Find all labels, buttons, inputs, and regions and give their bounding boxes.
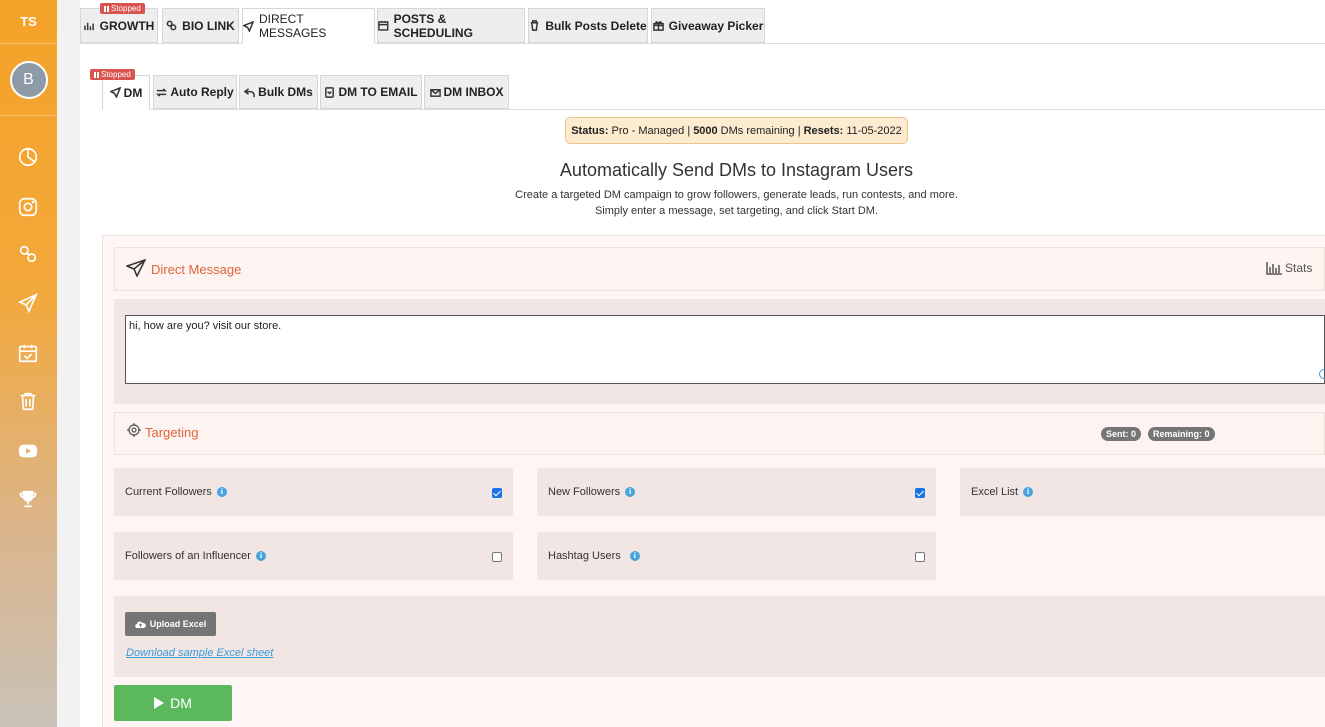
growth-stopped-label: Stopped bbox=[111, 4, 141, 13]
new-followers-label: New Followers i bbox=[548, 486, 636, 498]
sent-count-badge: Sent: 0 bbox=[1101, 427, 1142, 441]
stats-link[interactable]: Stats bbox=[1266, 261, 1312, 275]
stats-label: Stats bbox=[1285, 261, 1313, 275]
subtab-dm[interactable]: DM bbox=[102, 75, 150, 110]
instagram-icon[interactable] bbox=[8, 191, 48, 223]
avatar[interactable]: B bbox=[9, 60, 48, 99]
targeting-header bbox=[114, 412, 1325, 455]
tab-direct-messages-label: DIRECT MESSAGES bbox=[258, 12, 327, 40]
page-subtitle-2: Simply enter a message, set targeting, a… bbox=[594, 205, 879, 217]
subtab-auto-reply-label: Auto Reply bbox=[170, 85, 234, 99]
page-subtitle-1: Create a targeted DM campaign to grow fo… bbox=[515, 189, 958, 201]
info-icon[interactable]: i bbox=[629, 551, 640, 561]
subtab-dm-to-email[interactable]: DM TO EMAIL bbox=[320, 75, 422, 109]
hashtag-users-label: Hashtag Users i bbox=[548, 550, 640, 562]
targeting-title: Targeting bbox=[145, 425, 199, 440]
tab-posts-scheduling[interactable]: POSTS & SCHEDULING bbox=[377, 8, 525, 43]
hashtag-users-text: Hashtag Users bbox=[548, 550, 621, 562]
pause-icon bbox=[94, 71, 99, 78]
play-icon bbox=[154, 697, 165, 709]
trash-icon[interactable] bbox=[8, 385, 48, 417]
status-label: Status: bbox=[571, 124, 609, 137]
send-icon[interactable] bbox=[8, 287, 48, 319]
target-icon bbox=[127, 423, 141, 437]
sidebar: TS B bbox=[0, 0, 57, 727]
left-gutter bbox=[57, 0, 80, 727]
excel-list-text: Excel List bbox=[971, 486, 1019, 498]
dm-stopped-badge: Stopped bbox=[90, 69, 135, 80]
tab-bulk-posts-delete[interactable]: Bulk Posts Delete bbox=[528, 8, 648, 43]
brand-logo[interactable]: TS bbox=[0, 0, 57, 44]
tab-bulk-posts-delete-label: Bulk Posts Delete bbox=[545, 18, 647, 33]
new-followers-checkbox[interactable] bbox=[915, 488, 925, 498]
trophy-icon[interactable] bbox=[8, 483, 48, 515]
followers-of-influencer-label: Followers of an Influencer i bbox=[125, 550, 266, 562]
subtab-dm-inbox[interactable]: DM INBOX bbox=[424, 75, 509, 109]
tab-giveaway-picker-label: Giveaway Picker bbox=[668, 18, 764, 33]
remaining-count-badge: Remaining: 0 bbox=[1148, 427, 1215, 441]
upload-excel-button[interactable]: Upload Excel bbox=[125, 612, 216, 636]
new-followers-text: New Followers bbox=[548, 486, 621, 498]
current-followers-text: Current Followers bbox=[125, 486, 212, 498]
download-sample-link[interactable]: Download sample Excel sheet bbox=[126, 647, 273, 659]
subtab-dm-to-email-label: DM TO EMAIL bbox=[338, 85, 418, 99]
status-resets-label: Resets: bbox=[803, 124, 844, 137]
info-icon[interactable]: i bbox=[1023, 487, 1034, 497]
info-icon[interactable]: i bbox=[625, 487, 636, 497]
growth-stopped-badge: Stopped bbox=[100, 3, 145, 14]
grammar-check-icon[interactable] bbox=[1319, 369, 1325, 379]
status-box: Status: Pro - Managed | 5000 DMs remaini… bbox=[565, 117, 908, 144]
start-dm-label: DM bbox=[170, 695, 192, 711]
status-dms-text: DMs remaining | bbox=[720, 124, 801, 137]
upload-excel-label: Upload Excel bbox=[149, 619, 207, 629]
tab-growth-label: GROWTH bbox=[99, 18, 155, 33]
calendar-check-icon[interactable] bbox=[8, 337, 48, 369]
current-followers-checkbox[interactable] bbox=[492, 488, 502, 498]
message-input[interactable]: hi, how are you? visit our store. bbox=[125, 315, 1325, 384]
tab-bio-link-label: BIO LINK bbox=[182, 18, 235, 33]
send-icon bbox=[126, 259, 146, 277]
status-resets-date: 11-05-2022 bbox=[846, 124, 902, 137]
current-followers-label: Current Followers i bbox=[125, 486, 227, 498]
page-title: Automatically Send DMs to Instagram User… bbox=[559, 160, 914, 180]
subtab-dm-inbox-label: DM INBOX bbox=[443, 85, 504, 99]
tab-posts-scheduling-label: POSTS & SCHEDULING bbox=[393, 11, 473, 40]
direct-message-header bbox=[114, 247, 1325, 291]
status-dms-count: 5000 bbox=[693, 124, 718, 137]
bar-chart-icon bbox=[1266, 262, 1282, 275]
top-tab-bar: GROWTH BIO LINK DIRECT MESSAGES POSTS & … bbox=[80, 8, 1325, 44]
subtab-bulk-dms-label: Bulk DMs bbox=[258, 85, 313, 99]
link-icon[interactable] bbox=[8, 238, 48, 270]
excel-list-label: Excel List i bbox=[971, 486, 1034, 498]
tab-direct-messages[interactable]: DIRECT MESSAGES bbox=[242, 8, 375, 44]
direct-message-title: Direct Message bbox=[151, 262, 242, 277]
status-plan: Pro - Managed | bbox=[611, 124, 691, 137]
start-dm-button[interactable]: DM bbox=[114, 685, 232, 721]
dm-stopped-label: Stopped bbox=[101, 70, 131, 79]
tab-bio-link[interactable]: BIO LINK bbox=[162, 8, 239, 43]
tab-giveaway-picker[interactable]: Giveaway Picker bbox=[651, 8, 765, 43]
info-icon[interactable]: i bbox=[255, 551, 266, 561]
pie-chart-icon[interactable] bbox=[8, 141, 48, 173]
subtab-bulk-dms[interactable]: Bulk DMs bbox=[239, 75, 318, 109]
youtube-icon[interactable] bbox=[8, 435, 48, 467]
hashtag-users-checkbox[interactable] bbox=[915, 552, 925, 562]
pause-icon bbox=[104, 5, 109, 12]
upload-area bbox=[114, 596, 1325, 677]
cloud-upload-icon bbox=[134, 621, 146, 628]
subtab-auto-reply[interactable]: Auto Reply bbox=[153, 75, 237, 109]
followers-of-influencer-text: Followers of an Influencer bbox=[125, 550, 251, 562]
sub-tab-bar: DM Auto Reply Bulk DMs DM TO EMAIL DM IN… bbox=[102, 75, 1325, 110]
info-icon[interactable]: i bbox=[216, 487, 227, 497]
followers-of-influencer-checkbox[interactable] bbox=[492, 552, 502, 562]
subtab-dm-label: DM bbox=[123, 85, 143, 100]
